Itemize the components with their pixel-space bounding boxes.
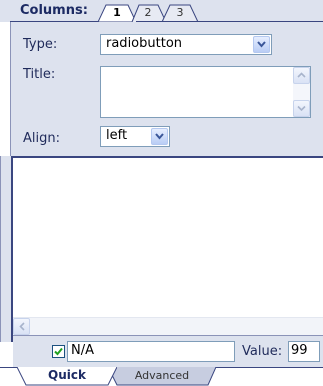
type-dropdown-button[interactable] — [253, 36, 270, 53]
tab-label: 2 — [144, 6, 152, 19]
arrow-left-icon — [19, 322, 25, 331]
mode-tab-bar: Advanced Quick — [0, 367, 323, 386]
columns-tab-bar: Columns: 1 2 3 — [0, 0, 323, 23]
tab-label: Advanced — [134, 369, 190, 382]
column-items-list[interactable] — [13, 156, 323, 335]
type-select-value: radiobutton — [106, 36, 183, 51]
type-select[interactable]: radiobutton — [100, 34, 272, 55]
item-checkbox[interactable] — [52, 345, 65, 358]
title-textarea[interactable] — [100, 66, 311, 118]
scroll-left-button[interactable] — [13, 318, 30, 335]
value-label: Value: — [242, 344, 283, 359]
item-label-input[interactable]: N/A — [67, 341, 235, 362]
scroll-up-button[interactable] — [293, 67, 310, 84]
title-vertical-scrollbar[interactable] — [293, 67, 310, 117]
arrow-up-icon — [297, 72, 306, 78]
tab-label: 3 — [176, 6, 184, 19]
column-properties-form: Type: radiobutton Title: Align: left — [10, 22, 323, 156]
chevron-down-icon — [155, 133, 164, 140]
left-frame — [0, 156, 13, 342]
chevron-down-icon — [257, 41, 266, 48]
list-horizontal-scrollbar[interactable] — [13, 317, 323, 335]
scroll-down-button[interactable] — [293, 100, 310, 117]
tab-advanced[interactable]: Advanced — [108, 367, 216, 386]
tab-label: Quick — [48, 368, 86, 382]
align-label: Align: — [23, 131, 60, 146]
item-value-input[interactable]: 99 — [288, 341, 320, 362]
align-dropdown-button[interactable] — [151, 128, 168, 145]
checkmark-icon — [54, 347, 63, 356]
align-select-value: left — [106, 128, 128, 143]
type-label: Type: — [23, 37, 58, 52]
arrow-down-icon — [297, 105, 306, 112]
tab-column-3[interactable]: 3 — [160, 4, 200, 23]
title-label: Title: — [23, 67, 56, 82]
column-editor-panel: Columns: 1 2 3 Type: radiobutton Title: … — [0, 0, 323, 386]
align-select[interactable]: left — [100, 126, 170, 147]
item-editor-footer: N/A Value: 99 — [13, 335, 323, 367]
columns-title: Columns: — [20, 3, 88, 18]
tab-quick[interactable]: Quick — [17, 367, 117, 386]
tab-label: 1 — [113, 6, 121, 19]
